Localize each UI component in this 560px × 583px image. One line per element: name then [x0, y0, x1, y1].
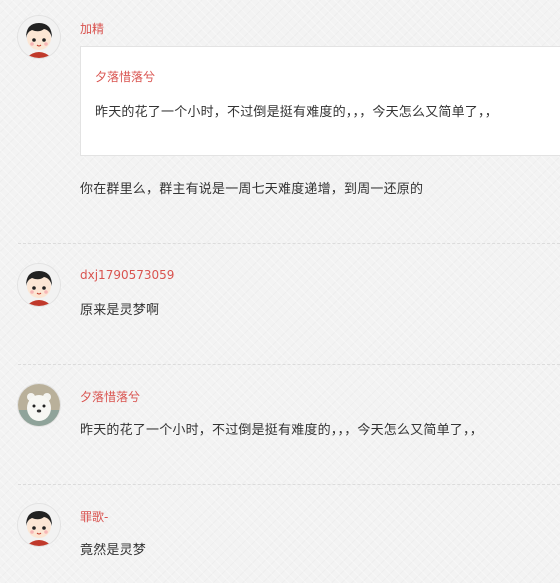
comment-divider: [18, 364, 560, 365]
comment-text: 昨天的花了一个小时，不过倒是挺有难度的，，，今天怎么又简单了，，: [80, 423, 483, 438]
comment-text: 竟然是灵梦: [80, 543, 147, 558]
avatar-boy-icon[interactable]: [18, 264, 60, 306]
comment-author[interactable]: 加精: [80, 20, 104, 37]
comment-author[interactable]: 罪歌-: [80, 508, 108, 525]
quote-author[interactable]: 夕落惜落兮: [95, 68, 155, 85]
comment-divider: [18, 484, 560, 485]
comment-text: 你在群里么，群主有说是一周七天难度递增，到周一还原的: [80, 182, 424, 197]
quote-block: 夕落惜落兮 昨天的花了一个小时，不过倒是挺有难度的，，，今天怎么又简单了，，: [80, 46, 560, 156]
quote-text: 昨天的花了一个小时，不过倒是挺有难度的，，，今天怎么又简单了，，: [95, 105, 498, 120]
avatar-bear-icon[interactable]: [18, 384, 60, 426]
avatar-boy-icon[interactable]: [18, 504, 60, 546]
comment-text: 原来是灵梦啊: [80, 303, 160, 318]
comment-author[interactable]: dxj1790573059: [80, 268, 174, 282]
avatar-boy-icon[interactable]: [18, 16, 60, 58]
comment-divider: [18, 243, 560, 244]
comment-author[interactable]: 夕落惜落兮: [80, 388, 140, 405]
